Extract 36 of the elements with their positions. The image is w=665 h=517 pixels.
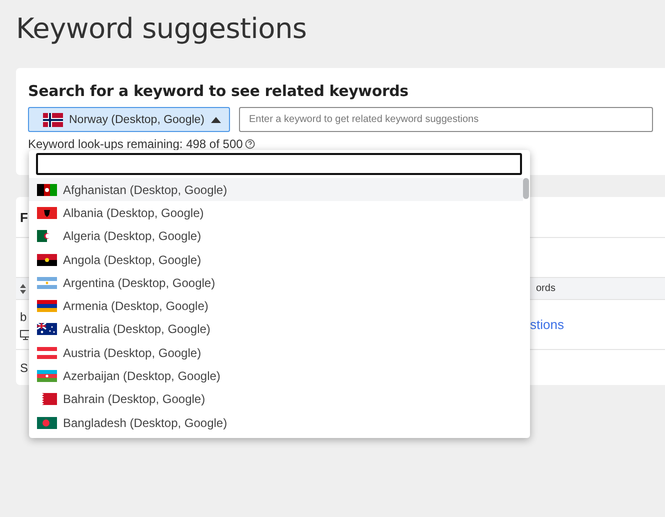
flag-icon <box>37 393 57 406</box>
flag-icon <box>37 206 57 219</box>
menu-item[interactable]: Austria (Desktop, Google) <box>29 341 523 364</box>
flag-icon <box>37 416 57 429</box>
scrollbar-thumb[interactable] <box>523 178 529 199</box>
menu-item[interactable]: Albania (Desktop, Google) <box>29 201 523 225</box>
flag-icon <box>37 184 57 196</box>
menu-item[interactable]: Australia (Desktop, Google) <box>29 318 523 342</box>
flag-icon <box>37 300 57 312</box>
card-title: F <box>20 210 28 224</box>
sort-icon[interactable] <box>20 284 26 294</box>
column-header: ords <box>536 283 556 294</box>
menu-search-input[interactable] <box>36 153 522 175</box>
footer-text: S <box>20 360 28 374</box>
flag-icon <box>37 276 57 289</box>
flag-icon <box>43 112 63 126</box>
card-heading: Search for a keyword to see related keywords <box>28 82 410 100</box>
help-icon[interactable] <box>244 139 255 149</box>
keyword-input[interactable]: Enter a keyword to get related keyword suggestions <box>239 107 653 132</box>
menu-item[interactable]: Bangladesh (Desktop, Google) <box>29 410 523 434</box>
location-dropdown[interactable]: Norway (Desktop, Google) <box>28 107 230 132</box>
keyword-text: b <box>20 310 27 324</box>
menu-item[interactable]: Armenia (Desktop, Google) <box>29 294 523 318</box>
menu-item[interactable]: Argentina (Desktop, Google) <box>29 271 523 294</box>
menu-item[interactable]: Angola (Desktop, Google) <box>29 248 523 272</box>
caret-icon <box>211 116 221 122</box>
flag-icon <box>37 370 57 382</box>
menu-item[interactable]: Bahrain (Desktop, Google) <box>29 388 523 411</box>
flag-icon <box>37 254 57 266</box>
page-title: Keyword suggestions <box>16 12 308 46</box>
menu-item[interactable]: Afghanistan (Desktop, Google) <box>29 178 523 202</box>
quota-text: Keyword look-ups remaining: 498 of 500 <box>28 137 243 151</box>
flag-icon <box>37 323 57 336</box>
flag-icon <box>37 346 57 359</box>
menu-item[interactable]: Algeria (Desktop, Google) <box>29 224 523 248</box>
menu-item[interactable]: Azerbaijan (Desktop, Google) <box>29 364 523 388</box>
